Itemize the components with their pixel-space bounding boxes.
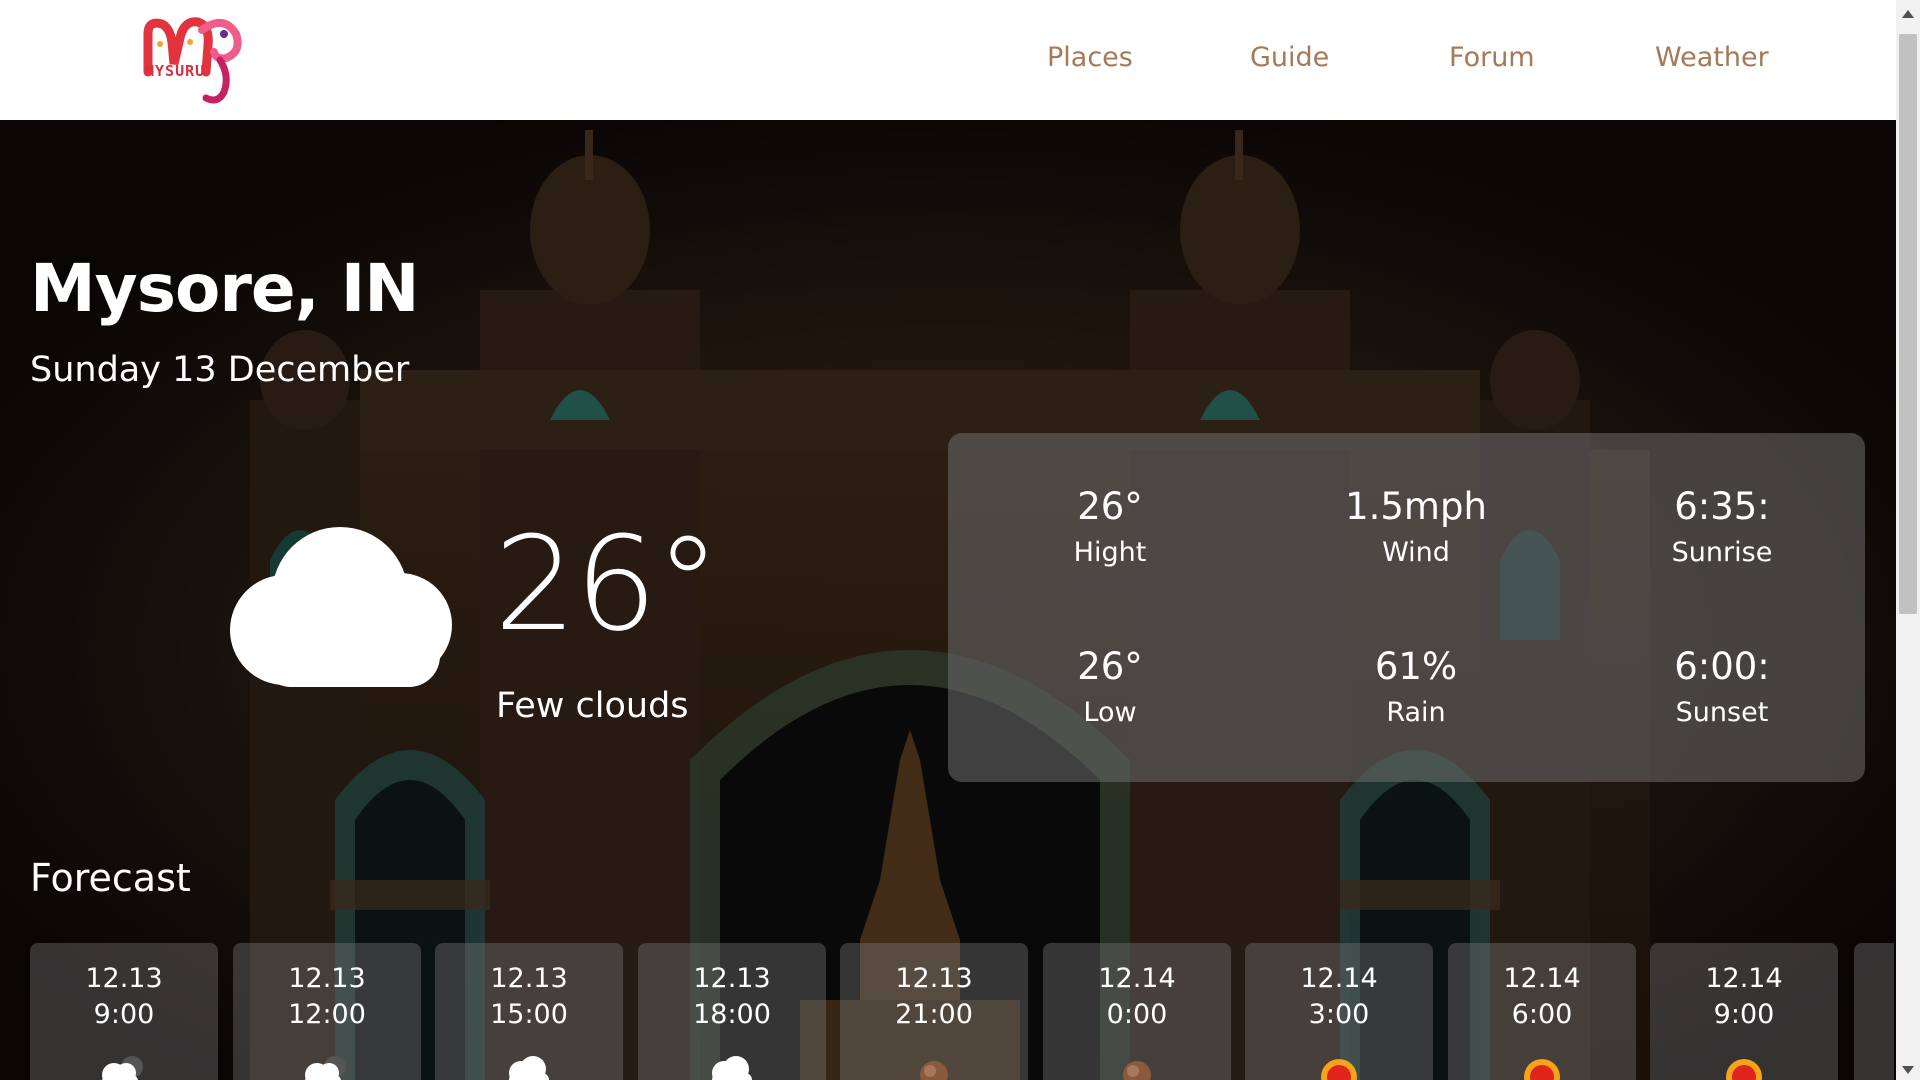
forecast-time: 12:00 <box>288 999 366 1030</box>
forecast-card[interactable]: 12.13 18:00 <box>638 943 826 1080</box>
forecast-date: 12.13 <box>693 963 771 994</box>
partly-cloudy-icon <box>94 1047 154 1080</box>
nav-weather[interactable]: Weather <box>1655 42 1769 73</box>
stat-low-value: 26° <box>1077 645 1143 688</box>
forecast-time: 9:00 <box>1713 999 1775 1030</box>
forecast-time: 18:00 <box>693 999 771 1030</box>
forecast-card[interactable]: 12.14 3:00 <box>1245 943 1433 1080</box>
scroll-down-icon[interactable] <box>1902 1066 1914 1074</box>
forecast-card-partial[interactable] <box>1854 943 1894 1080</box>
stat-rain: 61% Rain <box>1296 645 1536 733</box>
forecast-date: 12.14 <box>1300 963 1378 994</box>
forecast-date: 12.13 <box>288 963 366 994</box>
scroll-thumb[interactable] <box>1899 34 1917 614</box>
nav-places[interactable]: Places <box>1047 42 1133 73</box>
forecast-date: 12.13 <box>490 963 568 994</box>
city-name: Mysore, IN <box>30 250 419 327</box>
forecast-date: 12.13 <box>85 963 163 994</box>
forecast-time: 0:00 <box>1106 999 1168 1030</box>
forecast-date: 12.13 <box>895 963 973 994</box>
forecast-card[interactable]: 12.14 0:00 <box>1043 943 1231 1080</box>
stat-sunset: 6:00: Sunset <box>1602 645 1842 733</box>
cloud-icon <box>702 1047 762 1080</box>
current-date: Sunday 13 December <box>30 350 410 390</box>
moon-icon <box>904 1047 964 1080</box>
forecast-heading: Forecast <box>30 856 191 900</box>
stat-sunset-label: Sunset <box>1675 697 1769 728</box>
forecast-card[interactable]: 12.14 9:00 <box>1650 943 1838 1080</box>
logo-text: MYSURU <box>145 62 206 80</box>
forecast-card[interactable]: 12.13 21:00 <box>840 943 1028 1080</box>
weather-stats-panel: 26° Hight 1.5mph Wind 6:35: Sunrise 26° … <box>948 433 1865 782</box>
nav-guide[interactable]: Guide <box>1250 42 1329 73</box>
stat-sunset-value: 6:00: <box>1674 645 1770 688</box>
weather-condition: Few clouds <box>496 686 689 726</box>
mysuru-logo[interactable]: MYSURU <box>140 12 248 106</box>
forecast-time: 9:00 <box>93 999 155 1030</box>
page-scrollbar[interactable] <box>1896 0 1920 1080</box>
forecast-date: 12.14 <box>1705 963 1783 994</box>
sun-icon <box>1309 1047 1369 1080</box>
forecast-time: 21:00 <box>895 999 973 1030</box>
stat-rain-label: Rain <box>1386 697 1446 728</box>
forecast-time: 15:00 <box>490 999 568 1030</box>
cloud-icon <box>499 1047 559 1080</box>
stat-low-label: Low <box>1083 697 1137 728</box>
forecast-time: 6:00 <box>1511 999 1573 1030</box>
forecast-list[interactable]: 12.13 9:00 12.13 12:00 12.13 15:00 12.13… <box>30 943 1896 1080</box>
forecast-date: 12.14 <box>1098 963 1176 994</box>
sun-icon <box>1714 1047 1774 1080</box>
stat-sunrise-value: 6:35: <box>1674 485 1770 528</box>
sun-icon <box>1512 1047 1572 1080</box>
stat-low: 26° Low <box>990 645 1230 733</box>
stat-high-label: Hight <box>1073 537 1147 568</box>
stat-wind-value: 1.5mph <box>1345 485 1487 528</box>
forecast-card[interactable]: 12.14 6:00 <box>1448 943 1636 1080</box>
cloud-icon <box>225 525 455 690</box>
site-header: MYSURU Places Guide Forum Weather <box>0 0 1896 120</box>
stat-wind-label: Wind <box>1382 537 1450 568</box>
forecast-card[interactable]: 12.13 12:00 <box>233 943 421 1080</box>
moon-icon <box>1107 1047 1167 1080</box>
current-temperature: 26° <box>494 508 720 660</box>
forecast-card[interactable]: 12.13 15:00 <box>435 943 623 1080</box>
forecast-time: 3:00 <box>1308 999 1370 1030</box>
stat-high-value: 26° <box>1077 485 1143 528</box>
forecast-date: 12.14 <box>1503 963 1581 994</box>
stat-high: 26° Hight <box>990 485 1230 573</box>
stat-sunrise-label: Sunrise <box>1671 537 1773 568</box>
stat-sunrise: 6:35: Sunrise <box>1602 485 1842 573</box>
partly-cloudy-icon <box>297 1047 357 1080</box>
stat-rain-value: 61% <box>1374 645 1458 688</box>
nav-forum[interactable]: Forum <box>1449 42 1535 73</box>
weather-hero: Mysore, IN Sunday 13 December 26° Few cl… <box>0 120 1896 1080</box>
scroll-up-icon[interactable] <box>1902 10 1914 18</box>
forecast-card[interactable]: 12.13 9:00 <box>30 943 218 1080</box>
stat-wind: 1.5mph Wind <box>1296 485 1536 573</box>
